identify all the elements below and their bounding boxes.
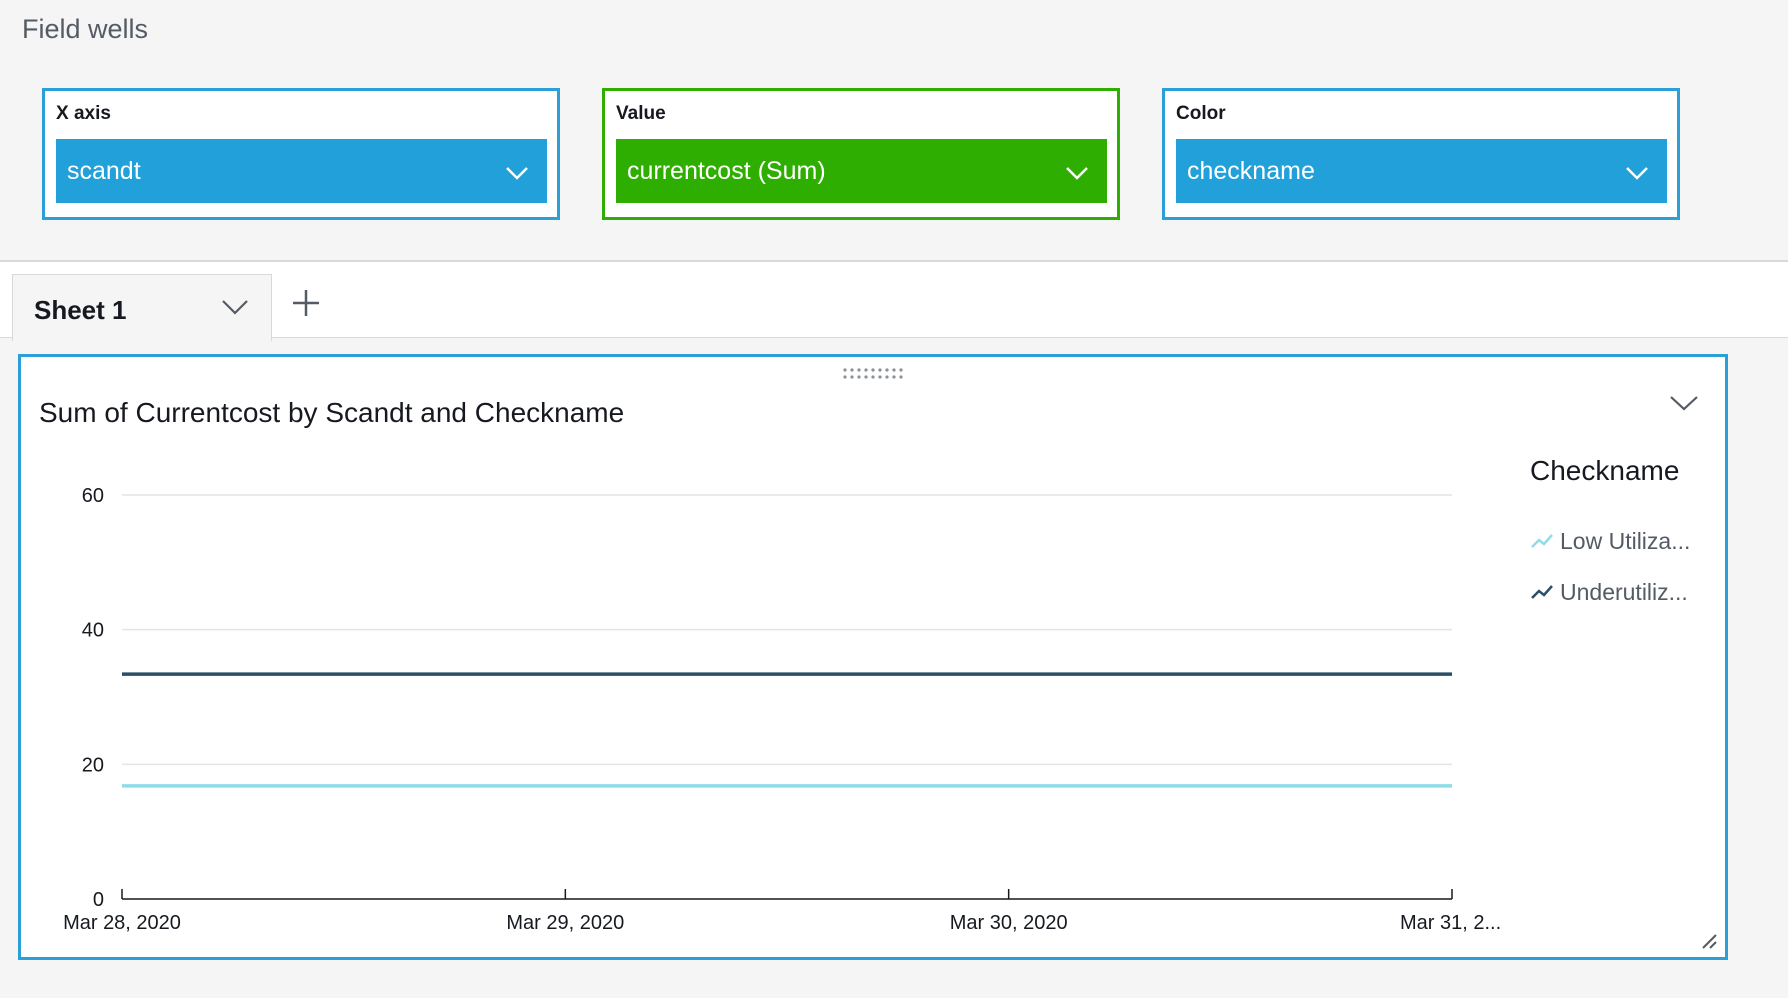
chevron-down-icon[interactable]	[1669, 391, 1699, 415]
y-tick-label: 60	[82, 485, 104, 507]
x-axis-well-label: X axis	[56, 103, 111, 124]
x-tick-label: Mar 29, 2020	[506, 912, 624, 934]
y-tick-label: 20	[82, 754, 104, 776]
sheet-tab-bar: Sheet 1	[0, 260, 1788, 341]
sheet-tab-label: Sheet 1	[34, 295, 127, 325]
x-tick-label: Mar 30, 2020	[950, 912, 1068, 934]
x-axis-field-pill[interactable]: scandt	[56, 139, 547, 203]
y-tick-label: 40	[82, 620, 104, 642]
legend-item-label: Underutiliz...	[1560, 579, 1688, 605]
y-tick-label: 0	[93, 889, 104, 911]
chevron-down-icon[interactable]	[1065, 161, 1089, 185]
plus-icon[interactable]	[290, 287, 322, 319]
color-field-name: checkname	[1187, 157, 1315, 185]
legend-item-underutilized[interactable]: Underutiliz...	[1530, 579, 1688, 606]
legend-title: Checkname	[1530, 455, 1680, 486]
line-chart-plot: 0 20 40 60 Mar 28, 2020 Mar 29, 2020 Mar 30, 2…	[63, 485, 1501, 934]
line-series-icon	[1531, 585, 1553, 599]
value-well: Value currentcost (Sum)	[602, 88, 1120, 220]
value-well-label: Value	[616, 103, 666, 124]
x-tick-label: Mar 31, 2...	[1400, 912, 1501, 934]
line-series-icon	[1531, 534, 1553, 548]
x-axis-field-name: scandt	[67, 157, 141, 185]
line-chart-visual[interactable]: Sum of Currentcost by Scandt and Checkna…	[18, 354, 1728, 960]
chevron-down-icon[interactable]	[505, 161, 529, 185]
resize-handle-icon[interactable]	[1701, 933, 1717, 949]
color-well: Color checkname	[1162, 88, 1680, 220]
color-field-pill[interactable]: checkname	[1176, 139, 1667, 203]
x-axis-well: X axis scandt	[42, 88, 560, 220]
chevron-down-icon[interactable]	[221, 295, 249, 319]
legend-item-low-utilization[interactable]: Low Utiliza...	[1530, 528, 1690, 555]
legend-item-label: Low Utiliza...	[1560, 528, 1691, 554]
field-wells-title: Field wells	[22, 14, 149, 44]
color-well-label: Color	[1176, 103, 1226, 124]
value-field-name: currentcost (Sum)	[627, 157, 826, 185]
value-field-pill[interactable]: currentcost (Sum)	[616, 139, 1107, 203]
x-tick-label: Mar 28, 2020	[63, 912, 181, 934]
tab-sheet-1[interactable]: Sheet 1	[12, 274, 272, 341]
chevron-down-icon[interactable]	[1625, 161, 1649, 185]
